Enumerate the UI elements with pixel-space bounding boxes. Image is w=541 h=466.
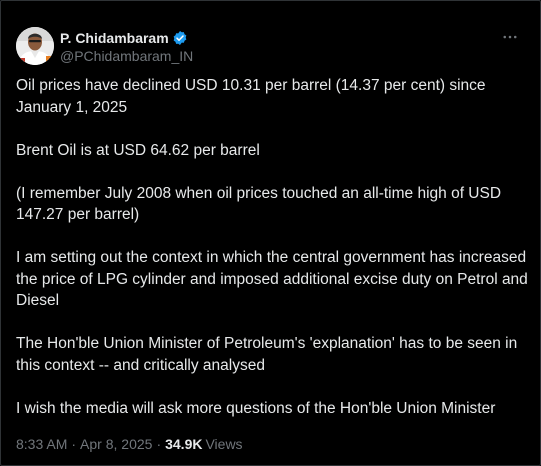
author-names: P. Chidambaram @PChidambaram_IN (60, 29, 193, 64)
views-count[interactable]: 34.9K (165, 436, 202, 452)
avatar[interactable] (16, 27, 54, 65)
tweet-text: Oil prices have declined USD 10.31 per b… (16, 75, 531, 419)
tweet-meta: 8:33 AM · Apr 8, 2025 · 34.9K Views (16, 436, 243, 452)
tweet-paragraph: Oil prices have declined USD 10.31 per b… (16, 77, 486, 116)
tweet-date[interactable]: Apr 8, 2025 (80, 436, 152, 452)
tweet-paragraph: The Hon'ble Union Minister of Petroleum'… (16, 335, 518, 374)
more-horizontal-icon (503, 35, 517, 39)
display-name-row: P. Chidambaram (60, 29, 193, 47)
meta-separator: · (156, 436, 162, 452)
tweet-paragraph: Brent Oil is at USD 64.62 per barrel (16, 141, 260, 159)
tweet-header: P. Chidambaram @PChidambaram_IN (16, 27, 528, 67)
tweet-paragraph: I am setting out the context in which th… (16, 249, 528, 309)
profile-photo-icon (16, 27, 54, 65)
tweet-paragraph: (I remember July 2008 when oil prices to… (16, 184, 502, 224)
verified-badge-icon (172, 30, 188, 46)
views-label: Views (205, 436, 243, 452)
more-options-button[interactable] (498, 27, 522, 47)
tweet-time[interactable]: 8:33 AM (16, 436, 67, 452)
tweet-card: P. Chidambaram @PChidambaram_IN Oil pric… (0, 0, 541, 466)
display-name[interactable]: P. Chidambaram (60, 30, 169, 46)
user-handle[interactable]: @PChidambaram_IN (60, 48, 193, 64)
meta-separator: · (71, 436, 77, 452)
tweet-paragraph: I wish the media will ask more questions… (16, 399, 496, 417)
